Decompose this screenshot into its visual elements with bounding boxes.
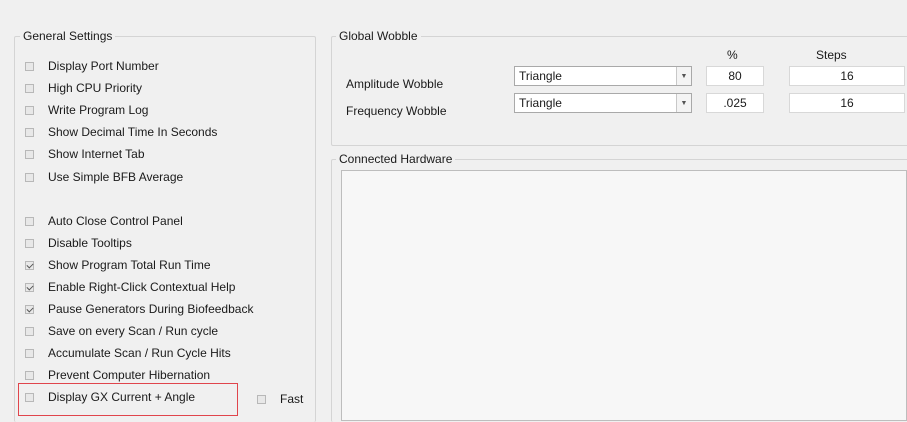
setting-label: Use Simple BFB Average xyxy=(48,170,184,184)
setting-row[interactable]: Show Internet Tab xyxy=(25,146,145,162)
setting-label: Show Decimal Time In Seconds xyxy=(48,125,218,139)
frequency-percent-input[interactable]: .025 xyxy=(706,93,764,113)
setting-label: Pause Generators During Biofeedback xyxy=(48,302,254,316)
setting-label: Show Internet Tab xyxy=(48,147,145,161)
setting-row[interactable]: Show Decimal Time In Seconds xyxy=(25,124,217,140)
frequency-wobble-select[interactable]: Triangle ▼ xyxy=(514,93,692,113)
setting-label: Disable Tooltips xyxy=(48,236,132,250)
setting-label: High CPU Priority xyxy=(48,81,143,95)
global-wobble-title: Global Wobble xyxy=(336,29,421,43)
amplitude-wobble-select[interactable]: Triangle ▼ xyxy=(514,66,692,86)
setting-row[interactable]: Disable Tooltips xyxy=(25,235,132,251)
setting-row[interactable]: Show Program Total Run Time xyxy=(25,257,211,273)
setting-checkbox[interactable] xyxy=(25,127,34,137)
setting-checkbox[interactable] xyxy=(25,83,34,93)
setting-row[interactable]: Auto Close Control Panel xyxy=(25,213,183,229)
setting-checkbox[interactable] xyxy=(25,61,34,71)
fast-checkbox-row[interactable]: Fast xyxy=(257,391,303,407)
setting-row[interactable]: High CPU Priority xyxy=(25,80,142,96)
setting-checkbox[interactable] xyxy=(25,238,34,248)
setting-label: Auto Close Control Panel xyxy=(48,214,183,228)
connected-hardware-title: Connected Hardware xyxy=(336,152,456,166)
chevron-down-icon[interactable]: ▼ xyxy=(676,94,691,112)
setting-row[interactable]: Enable Right-Click Contextual Help xyxy=(25,279,235,295)
setting-checkbox[interactable] xyxy=(25,105,34,115)
setting-label: Prevent Computer Hibernation xyxy=(48,368,211,382)
amplitude-steps-input[interactable]: 16 xyxy=(789,66,905,86)
setting-label: Write Program Log xyxy=(48,103,149,117)
fast-label: Fast xyxy=(280,392,304,406)
setting-checkbox[interactable] xyxy=(25,370,34,380)
frequency-steps-input[interactable]: 16 xyxy=(789,93,905,113)
chevron-down-icon[interactable]: ▼ xyxy=(676,67,691,85)
setting-checkbox[interactable] xyxy=(25,216,34,226)
setting-row[interactable]: Use Simple BFB Average xyxy=(25,169,183,185)
percent-column-header: % xyxy=(727,48,738,62)
setting-row[interactable]: Save on every Scan / Run cycle xyxy=(25,323,218,339)
amplitude-wobble-label: Amplitude Wobble xyxy=(346,77,444,91)
setting-checkbox[interactable] xyxy=(25,304,34,314)
setting-row[interactable]: Prevent Computer Hibernation xyxy=(25,367,210,383)
setting-label: Accumulate Scan / Run Cycle Hits xyxy=(48,346,231,360)
connected-hardware-list[interactable] xyxy=(341,170,907,421)
highlight-box xyxy=(18,383,238,416)
setting-checkbox[interactable] xyxy=(25,282,34,292)
amplitude-percent-input[interactable]: 80 xyxy=(706,66,764,86)
frequency-wobble-value: Triangle xyxy=(519,96,562,110)
general-settings-title: General Settings xyxy=(20,29,116,43)
setting-checkbox[interactable] xyxy=(25,260,34,270)
setting-checkbox[interactable] xyxy=(25,348,34,358)
fast-checkbox[interactable] xyxy=(257,394,266,404)
setting-label: Display Port Number xyxy=(48,59,159,73)
setting-checkbox[interactable] xyxy=(25,326,34,336)
setting-row[interactable]: Pause Generators During Biofeedback xyxy=(25,301,253,317)
setting-row[interactable]: Display Port Number xyxy=(25,58,159,74)
top-strip xyxy=(0,0,907,6)
setting-checkbox[interactable] xyxy=(25,149,34,159)
setting-row[interactable]: Write Program Log xyxy=(25,102,148,118)
frequency-wobble-label: Frequency Wobble xyxy=(346,104,447,118)
setting-label: Enable Right-Click Contextual Help xyxy=(48,280,236,294)
setting-label: Save on every Scan / Run cycle xyxy=(48,324,219,338)
setting-label: Show Program Total Run Time xyxy=(48,258,211,272)
setting-checkbox[interactable] xyxy=(25,172,34,182)
setting-row[interactable]: Accumulate Scan / Run Cycle Hits xyxy=(25,345,231,361)
steps-column-header: Steps xyxy=(816,48,847,62)
amplitude-wobble-value: Triangle xyxy=(519,69,562,83)
